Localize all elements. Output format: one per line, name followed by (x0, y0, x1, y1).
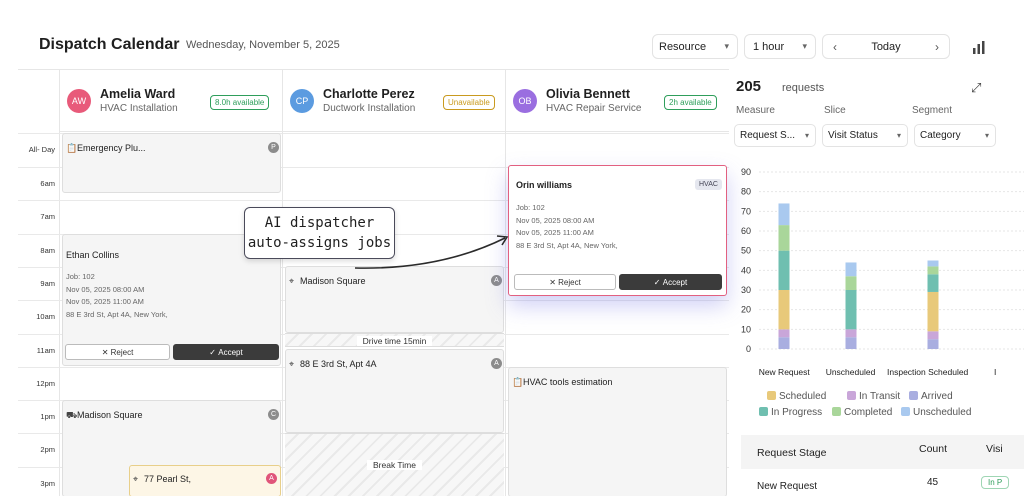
callout-line-2: auto-assigns jobs (247, 235, 392, 251)
callout-arrow (354, 235, 509, 269)
ai-dispatcher-callout: AI dispatcher auto-assigns jobs (244, 207, 395, 259)
callout-line-1: AI dispatcher (264, 215, 375, 231)
